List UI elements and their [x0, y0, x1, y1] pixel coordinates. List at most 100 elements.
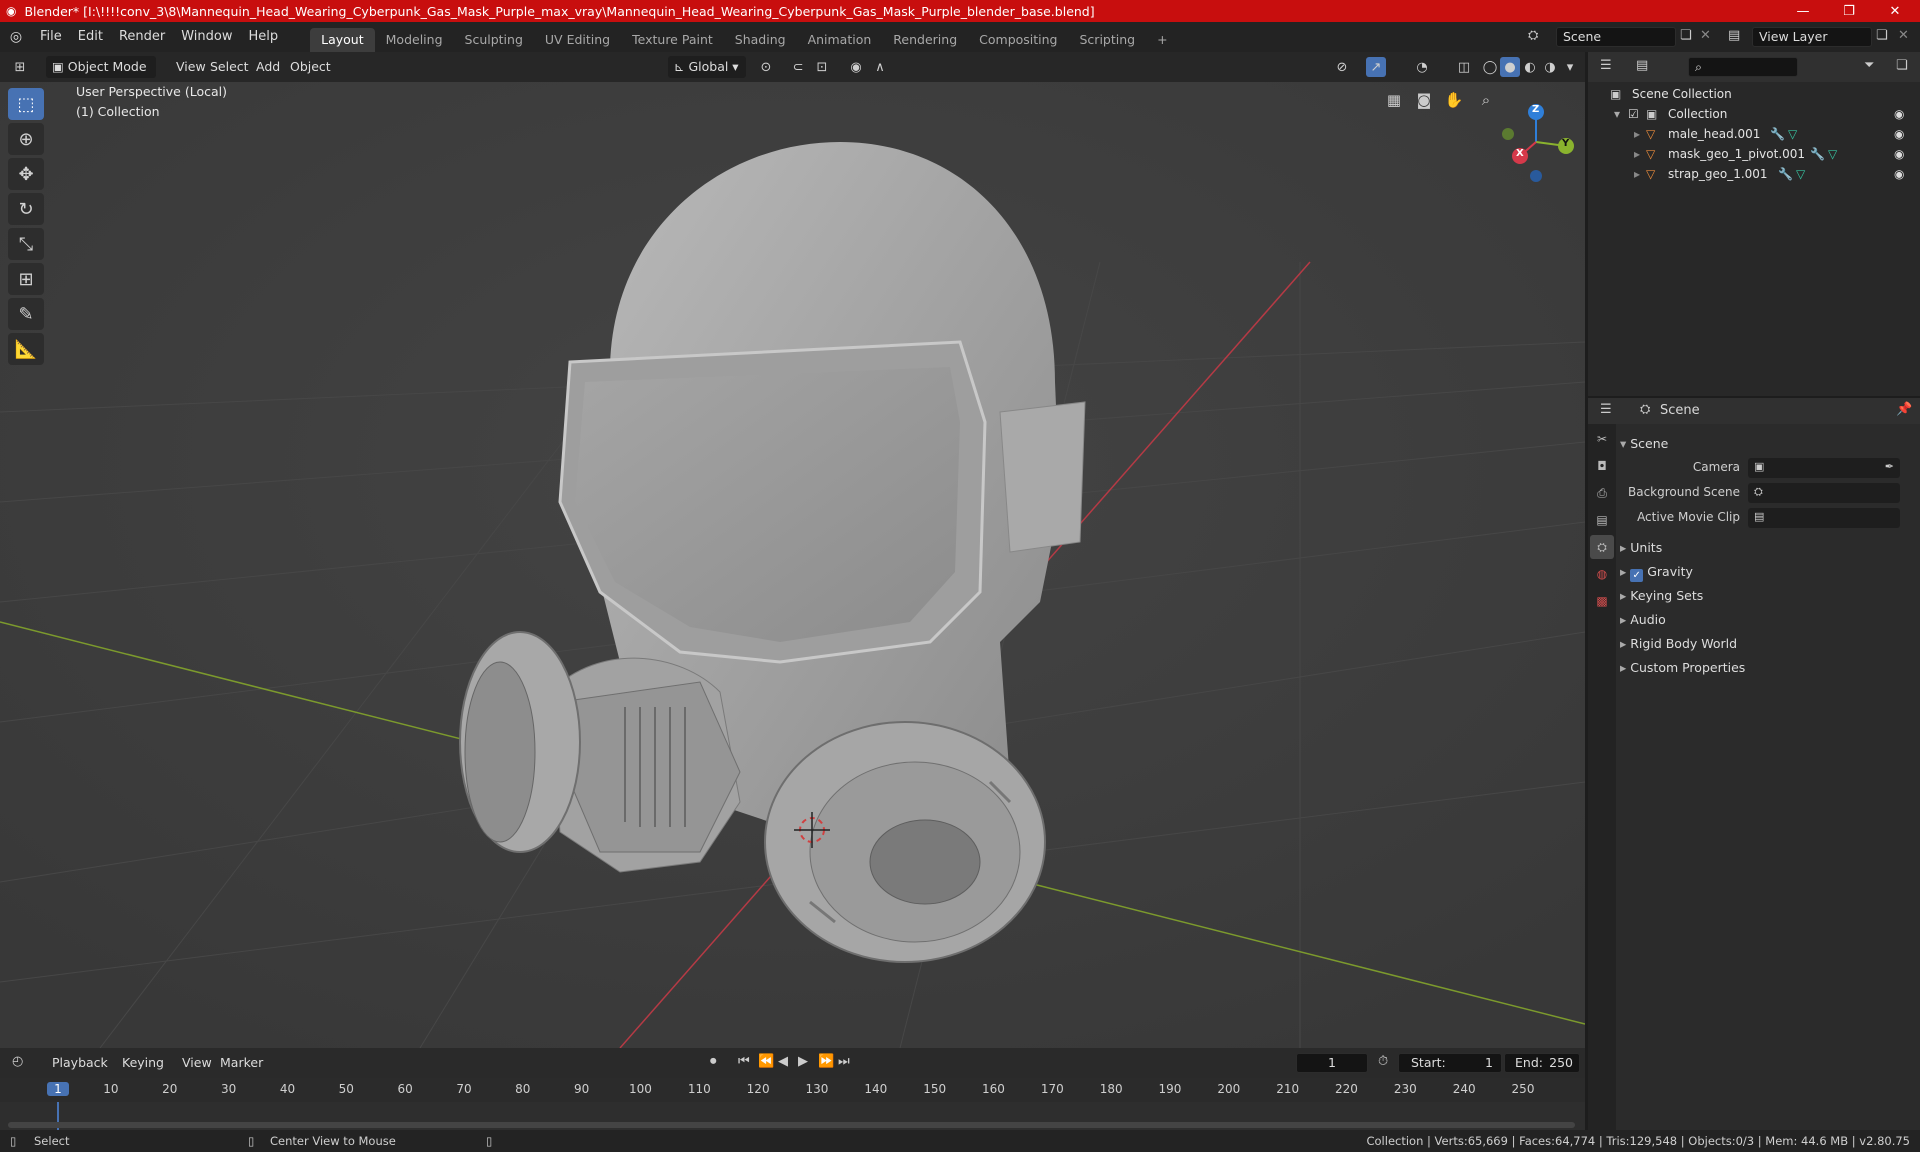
scale-tool-icon[interactable]: ⤡ [8, 228, 44, 260]
shading-options-icon[interactable]: ▾ [1560, 57, 1580, 77]
close-button[interactable]: ✕ [1872, 0, 1918, 22]
gizmo-toggle-icon[interactable]: ↗ [1366, 57, 1386, 77]
tab-texture-paint[interactable]: Texture Paint [621, 28, 724, 52]
active-movie-clip-field[interactable]: ▤ [1748, 508, 1900, 528]
properties-editor-icon[interactable]: ☰ [1600, 402, 1612, 417]
display-mode-icon[interactable]: ▤ [1636, 58, 1648, 73]
end-frame-field[interactable]: End: 250 [1504, 1053, 1580, 1073]
minimize-button[interactable]: — [1780, 0, 1826, 22]
menu-view[interactable]: View [176, 1052, 218, 1074]
blender-menu-icon[interactable]: ◎ [0, 29, 32, 45]
xray-icon[interactable]: ◫ [1454, 57, 1474, 77]
world-tab-icon[interactable]: ◍ [1590, 562, 1614, 586]
tab-layout[interactable]: Layout [310, 28, 375, 52]
timeline-editor-icon[interactable]: ◴ [12, 1054, 23, 1069]
add-workspace-button[interactable]: + [1146, 28, 1178, 52]
tab-animation[interactable]: Animation [797, 28, 883, 52]
outliner-search-input[interactable]: ⌕ [1688, 57, 1798, 77]
tab-uv-editing[interactable]: UV Editing [534, 28, 621, 52]
pin-icon[interactable]: 📌 [1896, 402, 1912, 417]
menu-add[interactable]: Add [250, 56, 286, 78]
menu-file[interactable]: File [32, 22, 70, 52]
keying-sets-panel-header[interactable]: ▸ Keying Sets [1620, 588, 1703, 603]
tab-compositing[interactable]: Compositing [968, 28, 1068, 52]
tab-sculpting[interactable]: Sculpting [454, 28, 534, 52]
menu-window[interactable]: Window [173, 22, 240, 52]
timeline-ruler[interactable]: 1 10 20 30 40 50 60 70 80 90 100 110 120 130 140 150 160… [0, 1078, 1585, 1102]
menu-object[interactable]: Object [284, 56, 337, 78]
menu-keying[interactable]: Keying [116, 1052, 170, 1074]
menu-render[interactable]: Render [111, 22, 173, 52]
timeline-track[interactable] [0, 1102, 1585, 1130]
menu-playback[interactable]: Playback [46, 1052, 114, 1074]
jump-end-icon[interactable]: ⏭ [838, 1054, 850, 1069]
eyedropper-icon[interactable]: ✒ [1885, 460, 1894, 473]
gravity-panel-header[interactable]: ▸ ✓ Gravity [1620, 564, 1693, 582]
expand-arrow-icon[interactable]: ▸ [1634, 124, 1640, 144]
mode-dropdown[interactable]: ▣ Object Mode ▾ [46, 56, 156, 96]
cursor-tool-icon[interactable]: ⊕ [8, 123, 44, 155]
outliner-row-object[interactable]: ▸ ▽ mask_geo_1_pivot.001 🔧 ▽ ◉ [1588, 144, 1920, 164]
outliner-editor-icon[interactable]: ☰ [1600, 58, 1612, 73]
grid-view-icon[interactable]: ▦ [1380, 86, 1408, 114]
menu-select[interactable]: Select [204, 56, 255, 78]
outliner-row-object[interactable]: ▸ ▽ strap_geo_1.001 🔧 ▽ ◉ [1588, 164, 1920, 184]
tab-shading[interactable]: Shading [724, 28, 797, 52]
pan-hand-icon[interactable]: ✋ [1440, 86, 1468, 114]
background-scene-field[interactable]: ⛭ [1748, 483, 1900, 503]
output-tab-icon[interactable]: ⎙ [1590, 481, 1614, 505]
audio-panel-header[interactable]: ▸ Audio [1620, 612, 1666, 627]
solid-shading-icon[interactable]: ● [1500, 57, 1520, 77]
filter-icon[interactable]: ⏷ [1864, 58, 1874, 73]
menu-edit[interactable]: Edit [70, 22, 111, 52]
new-view-layer-icon[interactable]: ❏ [1876, 28, 1888, 43]
units-panel-header[interactable]: ▸ Units [1620, 540, 1662, 555]
new-scene-icon[interactable]: ❏ [1680, 28, 1692, 43]
3d-viewport[interactable]: Z Y X ▦ ◙ ✋ ⌕ ⬚ ⊕ ✥ ↻ ⤡ ⊞ ✎ 📐 User Persp… [0, 82, 1585, 1048]
checkbox-icon[interactable]: ☑ [1628, 104, 1639, 124]
custom-properties-panel-header[interactable]: ▸ Custom Properties [1620, 660, 1745, 675]
rigid-body-world-panel-header[interactable]: ▸ Rigid Body World [1620, 636, 1737, 651]
stopwatch-icon[interactable]: ⏱ [1378, 1054, 1388, 1069]
snap-target-icon[interactable]: ⊡ [812, 57, 832, 77]
snap-icon[interactable]: ⊂ [788, 57, 808, 77]
rendered-shading-icon[interactable]: ◑ [1540, 57, 1560, 77]
scene-name-field[interactable]: Scene [1556, 27, 1676, 47]
eye-icon[interactable]: ◉ [1894, 104, 1904, 124]
proportional-edit-icon[interactable]: ◉ [846, 57, 866, 77]
annotate-tool-icon[interactable]: ✎ [8, 298, 44, 330]
eye-icon[interactable]: ◉ [1894, 144, 1904, 164]
tool-tab-icon[interactable]: ✂ [1590, 427, 1614, 451]
eye-icon[interactable]: ◉ [1894, 124, 1904, 144]
scene-panel-header[interactable]: ▾ Scene [1620, 436, 1668, 451]
move-tool-icon[interactable]: ✥ [8, 158, 44, 190]
menu-marker[interactable]: Marker [214, 1052, 269, 1074]
transform-tool-icon[interactable]: ⊞ [8, 263, 44, 295]
timeline-scrollbar[interactable] [8, 1122, 1575, 1128]
delete-scene-icon[interactable]: ✕ [1700, 28, 1711, 43]
overlays-icon[interactable]: ◔ [1412, 57, 1432, 77]
play-reverse-icon[interactable]: ◀ [778, 1054, 788, 1069]
current-frame-field[interactable]: 1 [1296, 1053, 1368, 1073]
scene-selector-icon[interactable]: ⛭ [1528, 28, 1538, 43]
select-box-icon[interactable]: ⬚ [8, 88, 44, 120]
record-icon[interactable]: ⏺ [710, 1054, 717, 1069]
texture-tab-icon[interactable]: ▩ [1590, 589, 1614, 613]
collapse-arrow-icon[interactable]: ▾ [1614, 104, 1620, 124]
tab-rendering[interactable]: Rendering [882, 28, 968, 52]
jump-start-icon[interactable]: ⏮ [738, 1054, 750, 1069]
outliner-row-scene-collection[interactable]: ▣ Scene Collection [1588, 84, 1920, 104]
orientation-dropdown[interactable]: ⊾ Global ▾ [668, 56, 746, 78]
outliner-row-collection[interactable]: ▾ ☑ ▣ Collection ◉ [1588, 104, 1920, 124]
gravity-checkbox[interactable]: ✓ [1630, 569, 1644, 582]
next-keyframe-icon[interactable]: ⏩ [818, 1054, 834, 1069]
tab-modeling[interactable]: Modeling [375, 28, 454, 52]
render-tab-icon[interactable]: ◘ [1590, 454, 1614, 478]
expand-arrow-icon[interactable]: ▸ [1634, 164, 1640, 184]
material-shading-icon[interactable]: ◐ [1520, 57, 1540, 77]
wireframe-shading-icon[interactable]: ◯ [1480, 57, 1500, 77]
rotate-tool-icon[interactable]: ↻ [8, 193, 44, 225]
camera-view-icon[interactable]: ◙ [1410, 86, 1438, 114]
scene-tab-icon[interactable]: ⛭ [1590, 535, 1614, 559]
view-layer-icon[interactable]: ▤ [1728, 28, 1740, 43]
